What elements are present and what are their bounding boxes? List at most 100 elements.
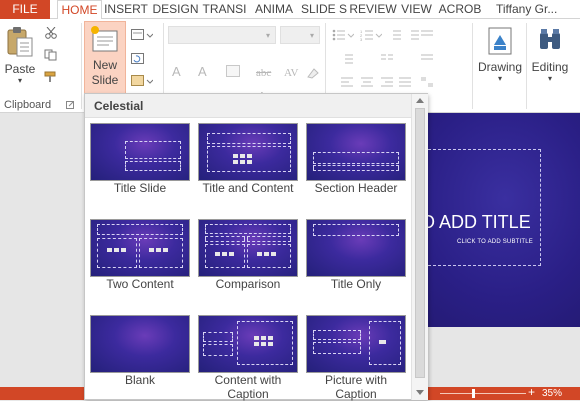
editing-button[interactable]: Editing ▾	[527, 25, 573, 83]
columns-icon[interactable]	[380, 53, 394, 65]
ribbon-tab-bar: FILE HOME INSERT DESIGN TRANSI ANIMA SLI…	[0, 0, 580, 20]
title-placeholder-outline	[125, 141, 181, 159]
chevron-down-icon: ▾	[17, 76, 22, 85]
strikethrough-icon[interactable]: abc	[256, 67, 271, 79]
content-icon	[268, 336, 273, 340]
line-spacing-icon[interactable]	[340, 53, 354, 65]
tab-slide-show[interactable]: SLIDE S	[300, 0, 348, 19]
scroll-up-icon[interactable]	[416, 98, 424, 103]
slide-subtitle-text: CLICK TO ADD SUBTITLE	[457, 239, 533, 245]
content-icon	[257, 252, 262, 256]
tab-design[interactable]: DESIGN	[151, 0, 200, 19]
chevron-down-icon: ▾	[266, 31, 271, 40]
user-account-name[interactable]: Tiffany Gr...	[494, 0, 580, 19]
layout-thumbnail	[90, 315, 190, 373]
align-right-icon[interactable]	[380, 76, 394, 88]
title-placeholder-outline	[207, 133, 291, 144]
tab-transitions[interactable]: TRANSI	[201, 0, 248, 19]
justify-icon[interactable]	[398, 76, 412, 88]
title-placeholder-outline	[313, 152, 399, 164]
group-separator	[81, 23, 82, 109]
paste-icon	[7, 27, 33, 57]
layout-caption-line2: Caption	[335, 387, 377, 401]
dialog-launcher-icon[interactable]	[66, 101, 74, 109]
copy-icon[interactable]	[44, 49, 58, 61]
font-name-dropdown[interactable]	[168, 26, 276, 44]
gallery-theme-header: Celestial	[85, 94, 411, 118]
drawing-label: Drawing	[477, 60, 522, 74]
layout-caption-line2: Caption	[227, 387, 269, 401]
content-icon	[240, 154, 245, 158]
section-icon[interactable]	[131, 75, 153, 87]
align-text-icon[interactable]	[420, 53, 434, 65]
new-slide-button[interactable]: New Slide	[84, 21, 126, 95]
zoom-in-button[interactable]: +	[528, 386, 535, 399]
layout-thumbnail	[90, 123, 190, 181]
clear-formatting-icon[interactable]	[226, 65, 240, 77]
clipboard-group-label: Clipboard	[4, 99, 52, 111]
chevron-down-icon: ▾	[310, 31, 315, 40]
numbering-icon[interactable]: 123	[360, 29, 382, 41]
content-icon	[107, 248, 112, 252]
cut-icon[interactable]	[44, 27, 58, 39]
layout-gallery: Celestial Title Slide Title and Content …	[84, 93, 428, 401]
chevron-down-icon: ▾	[497, 74, 502, 83]
layout-caption: Blank	[124, 373, 156, 387]
format-painter-icon[interactable]	[44, 71, 58, 83]
tab-view[interactable]: VIEW	[398, 0, 435, 19]
content-icon	[215, 252, 220, 256]
content-icon	[163, 248, 168, 252]
title-placeholder-outline	[313, 330, 361, 340]
content-icon	[156, 248, 161, 252]
content-icon	[247, 154, 252, 158]
decrease-font-icon[interactable]: A	[198, 64, 207, 79]
tab-file[interactable]: FILE	[0, 0, 50, 19]
content-icon	[240, 160, 245, 164]
zoom-slider-thumb[interactable]	[472, 389, 475, 398]
content-icon	[229, 252, 234, 256]
layout-icon[interactable]	[131, 29, 153, 41]
align-left-icon[interactable]	[340, 76, 354, 88]
increase-indent-icon[interactable]	[406, 29, 420, 41]
decrease-indent-icon[interactable]	[388, 29, 402, 41]
content-icon	[233, 160, 238, 164]
content-icon	[271, 252, 276, 256]
binoculars-icon	[540, 29, 560, 49]
highlight-icon[interactable]	[306, 67, 320, 79]
content-placeholder-outline	[205, 244, 245, 268]
smartart-icon[interactable]	[420, 76, 434, 88]
increase-font-icon[interactable]: A	[172, 64, 181, 79]
reset-icon[interactable]	[131, 53, 145, 65]
bullets-icon[interactable]	[332, 29, 354, 41]
new-slide-icon	[91, 26, 118, 52]
tab-review[interactable]: REVIEW	[349, 0, 397, 19]
content-icon	[264, 252, 269, 256]
title-placeholder-outline	[203, 332, 233, 342]
gallery-scrollbar[interactable]	[411, 94, 428, 400]
tab-home[interactable]: HOME	[57, 0, 102, 20]
zoom-level[interactable]: 35%	[542, 387, 562, 400]
subtitle-placeholder-outline	[125, 161, 181, 171]
layout-thumbnail	[90, 219, 190, 277]
slide-title-text: O ADD TITLE	[421, 212, 531, 232]
heading-placeholder-outline	[205, 236, 245, 242]
content-icon	[222, 252, 227, 256]
tab-acrobat[interactable]: ACROB	[436, 0, 484, 19]
paste-button[interactable]: Paste ▾	[2, 25, 38, 85]
tab-insert[interactable]: INSERT	[103, 0, 149, 19]
align-center-icon[interactable]	[360, 76, 374, 88]
tab-animations[interactable]: ANIMA	[250, 0, 298, 19]
shapes-icon	[488, 27, 512, 55]
scrollbar-thumb[interactable]	[415, 108, 425, 378]
layout-thumbnail	[198, 219, 298, 277]
character-spacing-icon[interactable]: AV	[284, 67, 298, 79]
text-direction-icon[interactable]	[420, 29, 434, 41]
scroll-down-icon[interactable]	[416, 390, 424, 395]
new-slide-label-line2: Slide	[91, 73, 119, 87]
drawing-button[interactable]: Drawing ▾	[476, 25, 524, 83]
content-placeholder-outline	[207, 146, 291, 172]
content-icon	[254, 336, 259, 340]
zoom-slider[interactable]	[440, 393, 526, 394]
content-placeholder-outline	[139, 238, 183, 268]
layout-thumbnail	[198, 123, 298, 181]
